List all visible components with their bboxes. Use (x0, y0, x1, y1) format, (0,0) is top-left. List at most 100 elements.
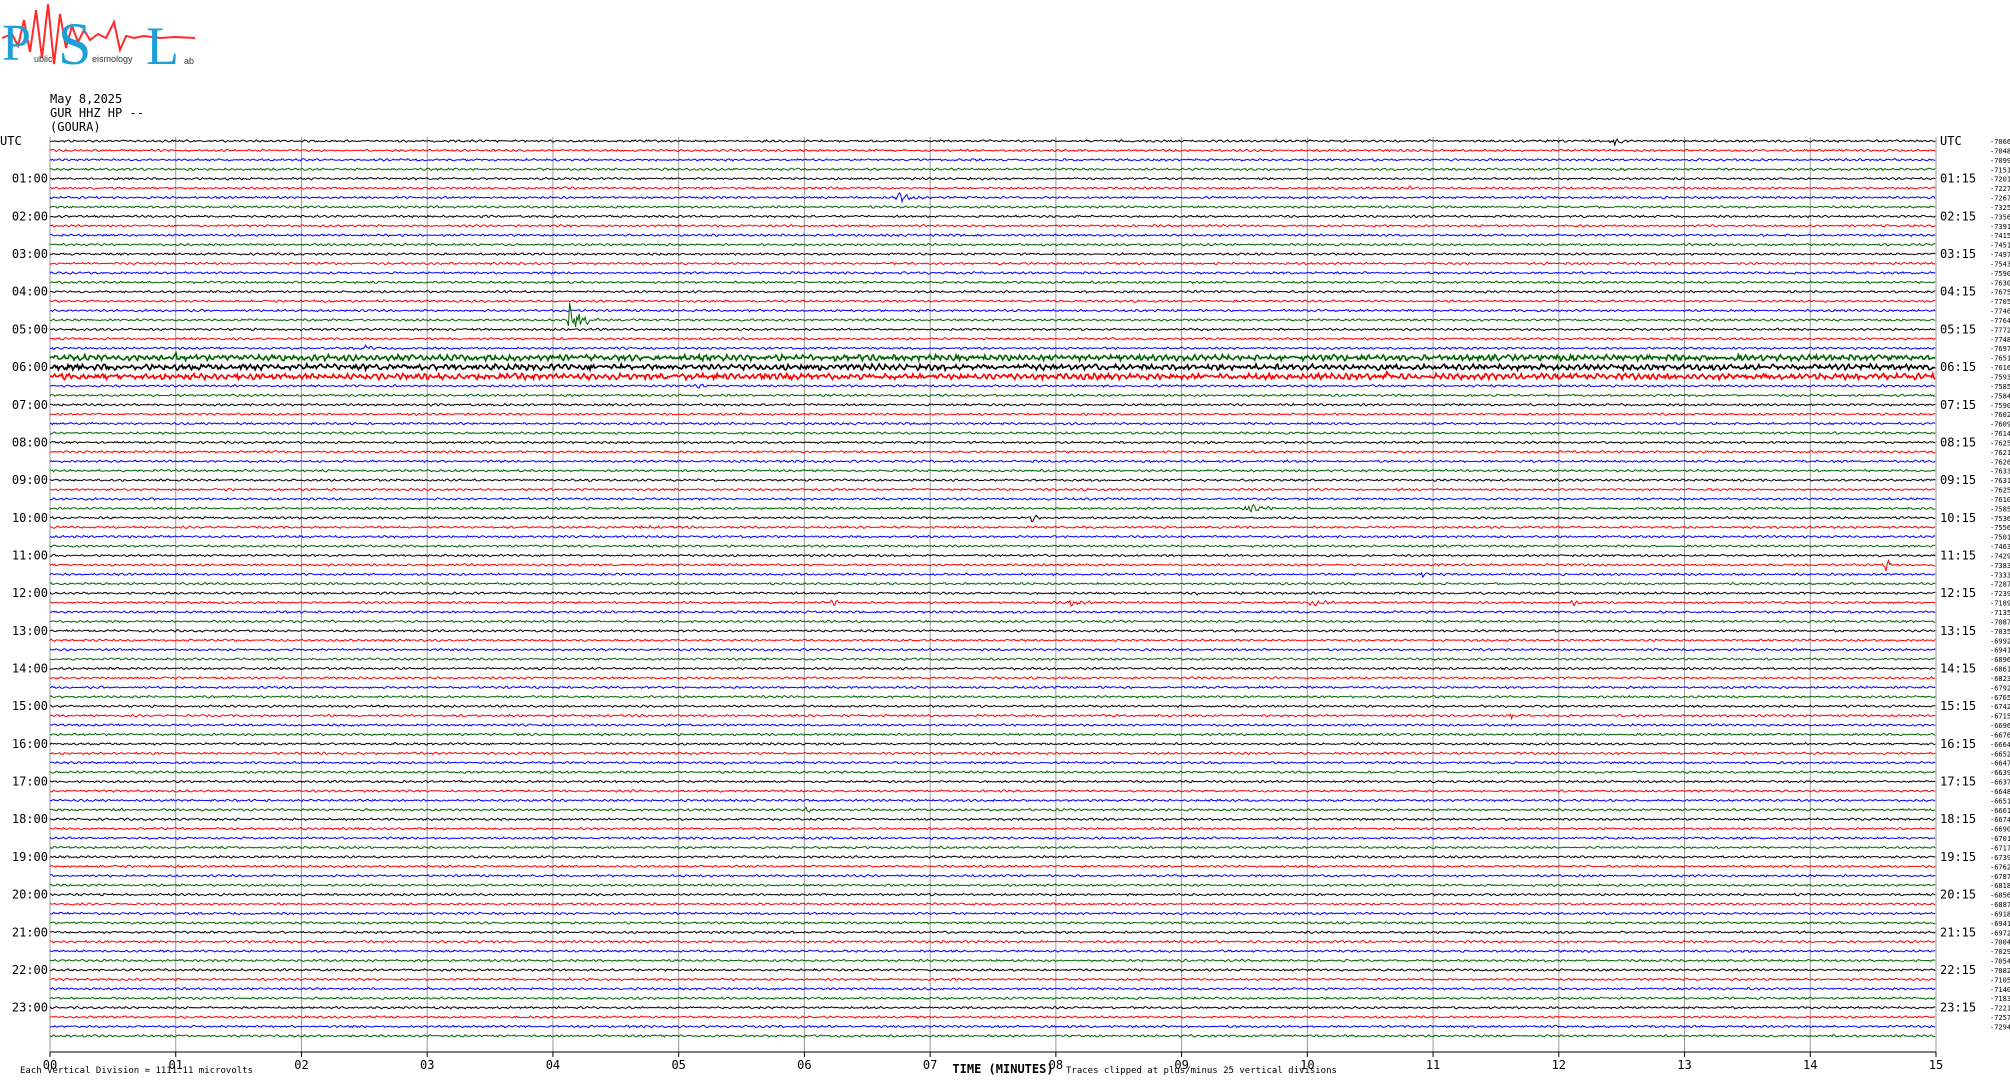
trace-offset-label: -7543 (1990, 260, 2010, 268)
left-hour-label: 08:00 (12, 435, 48, 449)
seismic-trace (49, 369, 1936, 383)
seismic-trace (49, 252, 1936, 256)
trace-offset-label: -7602 (1990, 411, 2010, 419)
seismic-trace (49, 192, 1936, 204)
seismic-trace (49, 798, 1936, 803)
seismic-trace (49, 676, 1936, 680)
left-hour-label: 03:00 (12, 247, 48, 261)
right-hour-label: 23:15 (1940, 1001, 1976, 1015)
right-hour-label: 07:15 (1940, 398, 1976, 412)
left-hour-label: 06:00 (12, 360, 48, 374)
seismic-trace (49, 261, 1936, 266)
right-time-labels: UTC 01:15 02:15 03:15 04:15 05:15 06:15 07:15 08… (1940, 134, 1976, 1015)
left-hour-label: 18:00 (12, 812, 48, 826)
seismic-trace (49, 431, 1936, 435)
trace-offset-label: -7035 (1990, 628, 2010, 636)
seismic-trace (49, 204, 1936, 209)
seismic-trace (49, 1033, 1936, 1038)
x-tick-label: 12 (1552, 1058, 1566, 1072)
seismic-trace (49, 930, 1936, 935)
right-hour-label: 21:15 (1940, 925, 1976, 939)
left-hour-label: 01:00 (12, 172, 48, 186)
seismic-trace (49, 302, 1936, 328)
trace-offset-label: -6941 (1990, 920, 2010, 928)
right-hour-label: 18:15 (1940, 812, 1976, 826)
trace-offset-label: -6856 (1990, 892, 2010, 900)
x-tick-label: 14 (1803, 1058, 1817, 1072)
trace-offset-label: -6647 (1990, 760, 2010, 768)
trace-offset-label: -7294 (1990, 1023, 2010, 1031)
seismic-trace (49, 817, 1936, 822)
trace-offset-label: -6651 (1990, 797, 2010, 805)
trace-offset-label: -7584 (1990, 392, 2010, 400)
seismic-trace (50, 977, 1936, 982)
seismic-trace (49, 713, 1936, 721)
seismic-trace (49, 685, 1936, 690)
left-hour-label: UTC (0, 134, 22, 148)
seismic-trace (49, 223, 1936, 228)
trace-offset-label: -7356 (1990, 213, 2010, 221)
seismic-trace (49, 327, 1936, 332)
seismic-trace (49, 958, 1936, 963)
seismic-trace (49, 270, 1936, 275)
trace-offset-label: -7764 (1990, 317, 2010, 325)
seismic-trace (49, 558, 1936, 572)
seismic-trace (49, 478, 1936, 483)
seismic-trace (49, 280, 1936, 285)
right-hour-label: 14:15 (1940, 662, 1976, 676)
trace-offset-label: -6742 (1990, 703, 2010, 711)
trace-offset-label: -6972 (1990, 929, 2010, 937)
trace-offset-label: -7585 (1990, 383, 2010, 391)
trace-offset-label: -7099 (1990, 157, 2010, 165)
seismic-trace (49, 723, 1936, 727)
trace-offset-label: -6887 (1990, 901, 2010, 909)
right-hour-label: 16:15 (1940, 737, 1976, 751)
trace-offset-label: -6648 (1990, 788, 2010, 796)
left-hour-label: 21:00 (12, 925, 48, 939)
seismic-trace (49, 157, 1936, 162)
trace-offset-label: -7227 (1990, 185, 2010, 193)
left-hour-label: 13:00 (12, 624, 48, 638)
right-hour-label: 22:15 (1940, 963, 1976, 977)
trace-offset-label: -7183 (1990, 995, 2010, 1003)
seismic-trace (49, 591, 1936, 596)
left-hour-label: 04:00 (12, 285, 48, 299)
seismic-trace (49, 911, 1936, 916)
right-hour-label: 08:15 (1940, 435, 1976, 449)
trace-offset-label: -6896 (1990, 656, 2010, 664)
seismic-trace (49, 167, 1936, 172)
seismic-trace (49, 571, 1936, 579)
seismic-trace (49, 308, 1936, 313)
seismic-trace (49, 855, 1936, 859)
trace-offset-label: -7675 (1990, 289, 2010, 297)
left-hour-label: 23:00 (12, 1001, 48, 1015)
left-hour-label: 15:00 (12, 699, 48, 713)
seismic-trace (49, 242, 1936, 247)
seismic-trace (49, 299, 1936, 304)
seismic-trace (49, 581, 1936, 586)
seismic-trace (49, 666, 1936, 671)
seismic-trace (49, 1024, 1936, 1029)
x-tick-label: 06 (797, 1058, 811, 1072)
left-hour-label: 05:00 (12, 322, 48, 336)
right-hour-label: 11:15 (1940, 548, 1976, 562)
seismic-trace (49, 742, 1936, 746)
trace-offset-label: -7697 (1990, 345, 2010, 353)
trace-offset-label: -7609 (1990, 421, 2010, 429)
trace-offset-label: -7463 (1990, 543, 2010, 551)
seismic-trace (49, 185, 1936, 191)
trace-offset-label: -7201 (1990, 176, 2010, 184)
trace-offset-label: -7287 (1990, 581, 2010, 589)
left-hour-label: 12:00 (12, 586, 48, 600)
trace-offset-label: -6765 (1990, 694, 2010, 702)
seismic-trace (49, 514, 1936, 523)
trace-offset-label: -6690 (1990, 826, 2010, 834)
trace-offset-label: -7383 (1990, 562, 2010, 570)
seismic-trace (49, 628, 1936, 633)
seismic-trace (49, 826, 1936, 831)
seismic-trace (49, 788, 1936, 793)
seismic-trace (49, 638, 1936, 643)
seismic-trace (49, 449, 1936, 454)
seismic-trace (49, 704, 1936, 709)
seismic-trace (49, 1015, 1936, 1019)
